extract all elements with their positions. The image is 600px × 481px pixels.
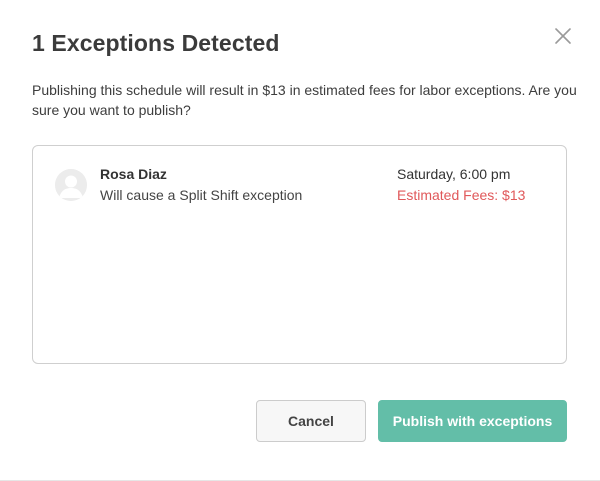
exceptions-list: Rosa Diaz Will cause a Split Shift excep…	[32, 145, 567, 364]
exception-description: Will cause a Split Shift exception	[100, 187, 303, 203]
user-avatar-icon	[55, 169, 87, 201]
dialog-message: Publishing this schedule will result in …	[32, 82, 577, 118]
cancel-button[interactable]: Cancel	[256, 400, 366, 442]
close-icon[interactable]	[552, 25, 574, 47]
exception-row: Rosa Diaz Will cause a Split Shift excep…	[33, 146, 566, 216]
dialog-title: 1 Exceptions Detected	[32, 30, 280, 56]
estimated-fees: Estimated Fees: $13	[397, 187, 526, 203]
employee-name: Rosa Diaz	[100, 166, 167, 182]
shift-time: Saturday, 6:00 pm	[397, 166, 511, 182]
publish-with-exceptions-button[interactable]: Publish with exceptions	[378, 400, 567, 442]
exceptions-dialog: 1 Exceptions Detected Publishing this sc…	[0, 0, 600, 481]
